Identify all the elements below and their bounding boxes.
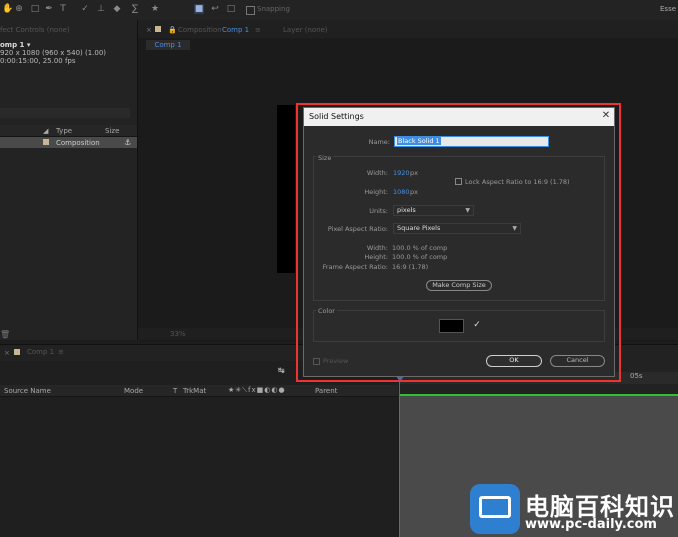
width-value[interactable]: 1920 [393,169,410,177]
name-field-value: Black Solid 1 [397,137,441,145]
lock-aspect-label: Lock Aspect Ratio to 16:9 (1.78) [465,178,570,186]
frame-aspect-label: Frame Aspect Ratio: [322,263,388,271]
world-axis-icon[interactable]: ↩ [210,4,220,14]
percent-height-label: Height: [364,253,388,261]
roto-tool-icon[interactable]: ∑ [130,4,140,14]
color-swatch[interactable] [439,319,464,333]
size-group-label: Size [316,154,334,162]
comp-tab-color-swatch [155,26,161,32]
project-comp-duration: 0:00:15:00, 25.00 fps [0,57,76,65]
comp-canvas[interactable] [277,105,295,273]
color-group-label: Color [316,307,337,315]
close-timeline-icon[interactable]: × [4,349,10,357]
layer-tab[interactable]: Layer (none) [283,26,328,34]
column-mode[interactable]: Mode [124,387,143,395]
project-panel [0,20,138,340]
local-axis-icon[interactable]: ■ [194,4,204,14]
dialog-title: Solid Settings [309,112,364,121]
frame-aspect-value: 16:9 (1.78) [392,263,429,271]
name-label: Name: [368,138,390,146]
ruler-label-5s: 05s [630,372,643,380]
height-label: Height: [364,188,388,196]
close-icon[interactable]: ✕ [599,109,613,123]
lock-aspect-checkbox[interactable] [455,178,462,185]
lock-icon[interactable]: 🔒 [168,26,177,34]
brush-tool-icon[interactable]: ✓ [80,4,90,14]
column-t[interactable]: T [173,387,177,395]
view-axis-icon[interactable]: □ [226,4,236,14]
cancel-button[interactable]: Cancel [550,355,605,367]
eyedropper-icon[interactable]: ✓ [471,319,483,331]
units-value: pixels [397,206,416,214]
preview-checkbox[interactable] [313,358,320,365]
column-parent[interactable]: Parent [315,387,337,395]
pixel-aspect-value: Square Pixels [397,224,441,232]
watermark-url: www.pc-daily.com [525,517,657,532]
composition-tab-label[interactable]: Composition [178,26,222,34]
percent-width-label: Width: [366,244,388,252]
height-value[interactable]: 1080 [393,188,410,196]
name-field[interactable]: Black Solid 1 [394,136,549,147]
units-label: Units: [369,207,388,215]
project-comp-info: 920 x 1080 (960 x 540) (1.00) [0,49,107,57]
playhead-line[interactable] [399,378,400,537]
column-source-name[interactable]: Source Name [4,387,51,395]
monitor-icon [479,496,511,518]
flowchart-icon[interactable]: ⚓ [124,138,131,147]
ok-button[interactable]: OK [486,355,542,367]
label-tag-icon: ◢ [43,127,49,135]
units-dropdown[interactable]: pixels ▼ [393,205,474,216]
preview-label: Preview [323,357,349,365]
project-column-size[interactable]: Size [105,127,119,135]
column-trkmat[interactable]: TrkMat [183,387,206,395]
project-comp-name[interactable]: omp 1 ▾ [0,41,30,49]
pen-tool-icon[interactable]: ✒ [44,4,54,14]
puppet-tool-icon[interactable]: ★ [150,4,160,14]
zoom-tool-icon[interactable]: ⊕ [14,4,24,14]
zoom-level[interactable]: 33% [170,330,186,338]
hand-tool-icon[interactable]: ✋ [2,4,13,14]
project-column-type[interactable]: Type [56,127,72,135]
timeline-color-swatch [14,349,20,355]
close-comp-tab-icon[interactable]: × [146,26,152,34]
switches-icons[interactable]: ★✳⟍fx■◐◐● [228,386,286,395]
comp-subtab[interactable]: Comp 1 [146,40,190,50]
text-tool-icon[interactable]: T [58,4,68,14]
percent-width-value: 100.0 % of comp [392,244,448,252]
pixel-aspect-label: Pixel Aspect Ratio: [327,225,388,233]
effect-controls-tab[interactable]: fect Controls (none) [0,26,70,34]
timeline-menu-icon[interactable]: ≡ [58,348,64,356]
trash-icon[interactable]: 🗑 [0,330,10,339]
chevron-down-icon: ▼ [465,207,470,214]
width-label: Width: [366,169,388,177]
percent-height-value: 100.0 % of comp [392,253,448,261]
workspace-essentials[interactable]: Esse [660,5,676,13]
height-unit: px [410,188,418,196]
project-row-type: Composition [56,139,100,147]
rectangle-tool-icon[interactable]: □ [30,4,40,14]
width-unit: px [410,169,418,177]
timeline-tab[interactable]: Comp 1 [27,348,54,356]
clone-stamp-tool-icon[interactable]: ⊥ [96,4,106,14]
label-color-swatch [43,139,49,145]
eraser-tool-icon[interactable]: ◆ [112,4,122,14]
snapping-label: Snapping [257,5,290,13]
project-search-input[interactable] [0,108,130,118]
make-comp-size-button[interactable]: Make Comp Size [426,280,492,291]
panel-menu-icon[interactable]: ≡ [255,26,261,34]
composition-tab-comp[interactable]: Comp 1 [222,26,249,34]
snapping-checkbox[interactable] [246,6,255,15]
pixel-aspect-dropdown[interactable]: Square Pixels ▼ [393,223,521,234]
chevron-down-icon: ▼ [512,225,517,232]
comp-flowchart-icon[interactable]: ↹ [278,366,285,375]
